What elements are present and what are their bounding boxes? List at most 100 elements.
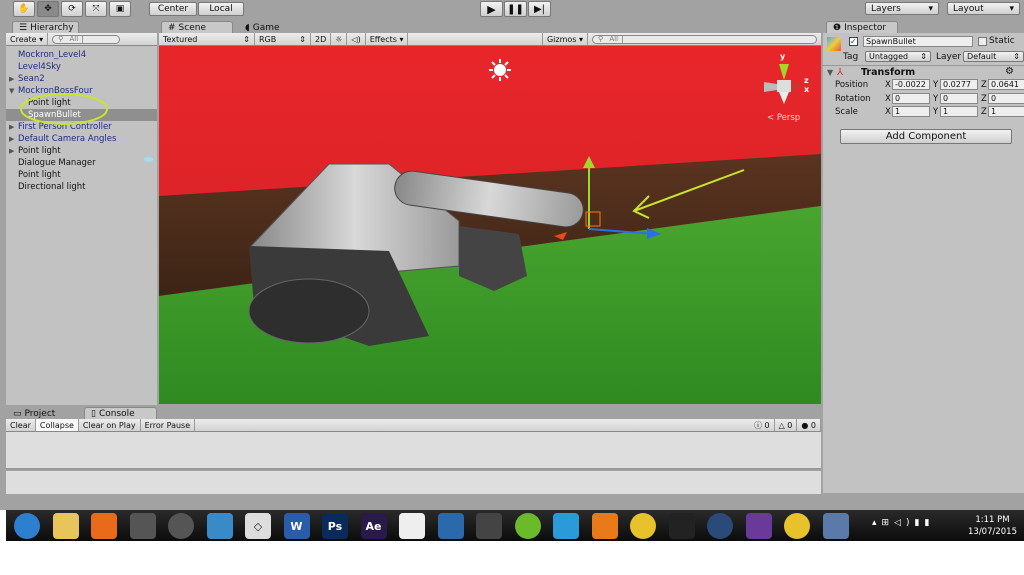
layout-label: Layout (953, 3, 984, 14)
tab-inspector[interactable]: ❶ Inspector (826, 21, 898, 33)
z-input[interactable]: 0.0641 (988, 79, 1024, 90)
skype-icon[interactable] (553, 513, 579, 539)
axis-x-label: X (885, 80, 891, 90)
z-input[interactable]: 0 (988, 92, 1024, 104)
persp-label[interactable]: < Persp (767, 113, 800, 123)
console-button-collapse[interactable]: Collapse (35, 419, 79, 431)
file-explorer-icon[interactable] (52, 513, 79, 539)
y-input[interactable]: 0.0277 (940, 79, 978, 90)
lighting-toggle-icon[interactable]: ☼ (331, 33, 348, 45)
hierarchy-item[interactable]: ▶ Point light (6, 145, 157, 157)
gizmos-dropdown[interactable]: Gizmos ▾ (543, 33, 588, 45)
static-checkbox[interactable] (978, 37, 987, 46)
component-settings-icon[interactable]: ⚙ (1005, 66, 1014, 77)
photoshop-icon[interactable]: Ps (322, 513, 348, 539)
grid-icon: # (168, 22, 176, 33)
effects-dropdown[interactable]: Effects ▾ (366, 33, 409, 45)
app-x-icon[interactable] (476, 513, 502, 539)
final-hours-icon[interactable] (668, 513, 695, 539)
chrome-icon[interactable] (784, 513, 810, 539)
scene-viewport[interactable]: y z x < Persp (159, 46, 821, 404)
console-log-area[interactable] (6, 432, 821, 470)
x-input[interactable]: -0.0022 (892, 79, 930, 90)
app-tray-icon[interactable] (822, 513, 849, 539)
error-count-button[interactable]: ● 0 (797, 419, 821, 431)
hierarchy-search-input[interactable]: ⚲ All (52, 34, 121, 44)
play-button[interactable]: ▶ (480, 1, 503, 17)
webcam-icon[interactable] (206, 513, 233, 539)
tag-dropdown[interactable]: Untagged ⇕ (865, 51, 931, 62)
hand-tool-button[interactable]: ✋ (13, 1, 35, 17)
visual-studio-icon[interactable] (745, 513, 772, 539)
y-input[interactable]: 1 (940, 106, 978, 117)
layout-dropdown[interactable]: Layout ▾ (947, 2, 1020, 15)
console-button-clear[interactable]: Clear (6, 419, 36, 431)
foldout-arrow-icon[interactable]: ▼ (827, 68, 833, 77)
create-button[interactable]: Create ▾ (6, 33, 49, 45)
active-checkbox[interactable]: ✓ (849, 37, 858, 46)
add-component-button[interactable]: Add Component (840, 129, 1012, 144)
clock[interactable]: 1:11 PM 13/07/2015 (968, 514, 1017, 538)
steam-icon[interactable] (707, 513, 733, 539)
chrome-icon[interactable] (630, 513, 656, 539)
tab-project[interactable]: ▭ Project (6, 407, 62, 419)
expanded-arrow-icon[interactable]: ▼ (9, 87, 14, 95)
hierarchy-item[interactable]: ▶ Sean2 (6, 73, 157, 85)
unity-icon[interactable]: ◇ (245, 513, 271, 539)
tab-game[interactable]: ◖ Game (238, 21, 287, 33)
pause-button[interactable]: ❚❚ (504, 1, 527, 17)
shading-dropdown[interactable]: Textured ⇕ (159, 33, 255, 45)
zbrush-icon[interactable] (399, 513, 425, 539)
x-input[interactable]: 1 (892, 106, 930, 117)
row-label: Rotation (835, 93, 871, 104)
hierarchy-item[interactable]: Level4Sky (6, 61, 157, 73)
layer-dropdown[interactable]: Default ⇕ (963, 51, 1024, 62)
y-input[interactable]: 0 (940, 92, 978, 104)
warning-count-button[interactable]: △ 0 (775, 419, 798, 431)
console-detail-area[interactable] (6, 471, 821, 494)
step-button[interactable]: ▶| (528, 1, 551, 17)
windows-start-icon[interactable] (14, 513, 40, 539)
hierarchy-item[interactable]: Point light (6, 169, 157, 181)
media-play-icon[interactable] (437, 513, 464, 539)
audio-toggle-icon[interactable]: ◁) (347, 33, 366, 45)
media-player-icon[interactable] (91, 513, 117, 539)
object-name-input[interactable]: SpawnBullet (863, 36, 973, 47)
collapsed-arrow-icon[interactable]: ▶ (9, 147, 14, 155)
collapsed-arrow-icon[interactable]: ▶ (9, 75, 14, 83)
tab-console[interactable]: ▯ Console (84, 407, 157, 419)
2d-toggle[interactable]: 2D (311, 33, 332, 45)
rotate-tool-button[interactable]: ⟳ (61, 1, 83, 17)
scene-toolbar: Textured ⇕ RGB ⇕ 2D ☼ ◁) Effects ▾ Gizmos … (159, 33, 821, 46)
console-button-clear-on-play[interactable]: Clear on Play (79, 419, 141, 431)
render-mode-dropdown[interactable]: RGB ⇕ (255, 33, 311, 45)
app-blocks-icon[interactable] (591, 513, 618, 539)
scene-search-input[interactable]: ⚲ All (592, 34, 817, 44)
rect-tool-button[interactable]: ▣ (109, 1, 131, 17)
app-7-icon[interactable] (168, 513, 194, 539)
layers-dropdown[interactable]: Layers ▾ (865, 2, 939, 15)
tab-scene[interactable]: # Scene (161, 21, 233, 33)
y-value: 0 (943, 93, 949, 103)
hierarchy-item[interactable]: Directional light (6, 181, 157, 193)
hierarchy-item[interactable]: ▶ Default Camera Angles (6, 133, 157, 145)
scale-tool-button[interactable]: ⤧ (85, 1, 107, 17)
z-input[interactable]: 1 (988, 106, 1024, 117)
info-count-button[interactable]: ⓘ 0 (750, 419, 775, 431)
pivot-center-button[interactable]: Center (149, 2, 197, 16)
space-local-button[interactable]: Local (198, 2, 244, 16)
word-icon[interactable]: W (283, 513, 310, 539)
tab-hierarchy[interactable]: ☰ Hierarchy (12, 21, 79, 33)
x-input[interactable]: 0 (892, 92, 930, 104)
move-tool-button[interactable]: ✥ (37, 1, 59, 17)
gameobject-cube-icon (827, 37, 841, 51)
app-feather-icon[interactable] (129, 513, 156, 539)
utorrent-icon[interactable] (514, 513, 541, 539)
collapsed-arrow-icon[interactable]: ▶ (9, 123, 14, 131)
hierarchy-item[interactable]: Mockron_Level4 (6, 49, 157, 61)
system-tray-icons[interactable]: ▴⊞◁)▮▮ (872, 518, 934, 528)
console-button-error-pause[interactable]: Error Pause (141, 419, 196, 431)
hierarchy-item[interactable]: Dialogue Manager (6, 157, 157, 169)
collapsed-arrow-icon[interactable]: ▶ (9, 135, 14, 143)
after-effects-icon[interactable]: Ae (360, 513, 387, 539)
